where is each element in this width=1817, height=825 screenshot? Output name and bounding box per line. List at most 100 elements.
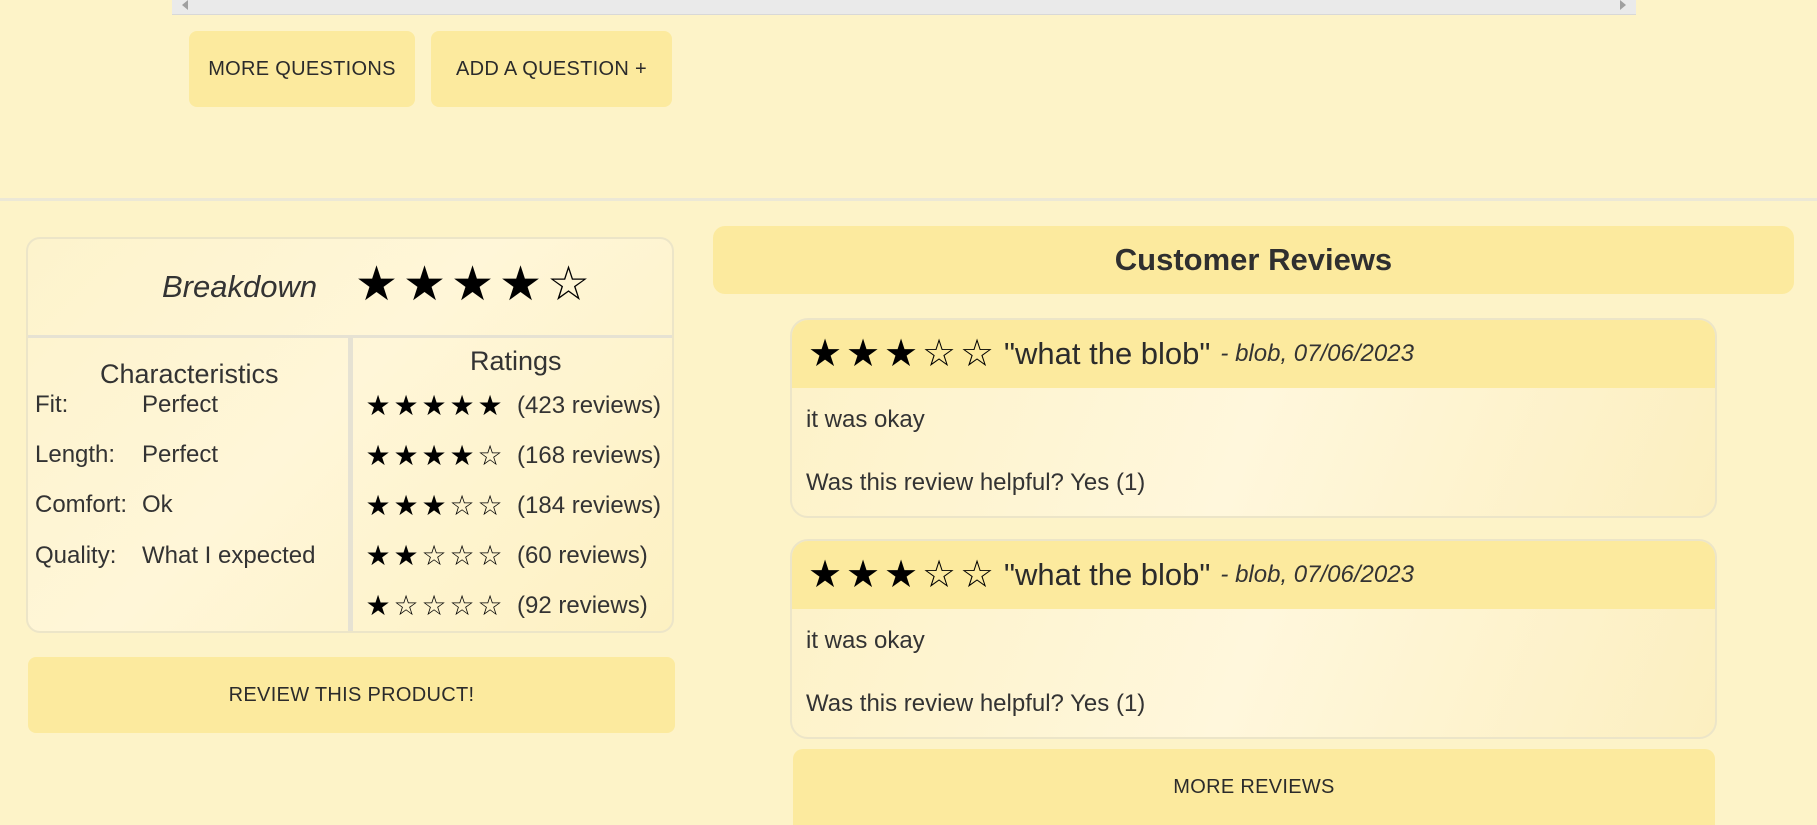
- scroll-left-icon[interactable]: [182, 0, 188, 10]
- star-empty-icon: ☆: [959, 554, 995, 596]
- review-stars: ★ ★ ★ ☆ ☆: [806, 334, 996, 374]
- star-filled-icon: ★: [449, 390, 475, 421]
- rating-stars: ★ ★ ★ ☆ ☆: [364, 492, 504, 520]
- characteristic-row: Comfort: Ok: [35, 491, 173, 519]
- rating-row-4[interactable]: ★ ★ ★ ★ ☆ (168 reviews): [364, 442, 661, 470]
- column-divider: [348, 335, 353, 631]
- star-filled-icon: ★: [883, 554, 919, 596]
- review-card-header: ★ ★ ★ ☆ ☆ "what the blob" - blob, 07/06/2023: [792, 541, 1715, 609]
- characteristic-row: Fit: Perfect: [35, 391, 218, 419]
- star-filled-icon: ★: [365, 540, 391, 571]
- rating-row-3[interactable]: ★ ★ ★ ☆ ☆ (184 reviews): [364, 492, 661, 520]
- rating-count: (184 reviews): [517, 492, 662, 519]
- star-filled-icon: ★: [883, 333, 919, 375]
- characteristic-label: Comfort:: [35, 491, 128, 518]
- rating-count: (423 reviews): [517, 392, 662, 419]
- review-author-date: - blob, 07/06/2023: [1220, 561, 1414, 588]
- star-filled-icon: ★: [450, 258, 495, 311]
- star-filled-icon: ★: [365, 590, 391, 621]
- characteristic-row: Quality: What I expected: [35, 542, 315, 570]
- star-filled-icon: ★: [449, 440, 475, 471]
- ratings-title: Ratings: [470, 346, 562, 376]
- characteristic-value: Perfect: [142, 391, 219, 418]
- star-empty-icon: ☆: [393, 590, 419, 621]
- star-filled-icon: ★: [807, 554, 843, 596]
- star-filled-icon: ★: [477, 390, 503, 421]
- star-empty-icon: ☆: [477, 440, 503, 471]
- star-empty-icon: ☆: [921, 333, 957, 375]
- star-empty-icon: ☆: [477, 490, 503, 521]
- star-empty-icon: ☆: [449, 540, 475, 571]
- characteristic-value: Perfect: [142, 441, 219, 468]
- star-filled-icon: ★: [393, 540, 419, 571]
- helpful-yes-link[interactable]: Yes (1): [1070, 690, 1145, 717]
- rating-stars: ★ ★ ★ ★ ☆: [364, 442, 504, 470]
- review-body: it was okay: [806, 627, 925, 654]
- review-card-header: ★ ★ ★ ☆ ☆ "what the blob" - blob, 07/06/2023: [792, 320, 1715, 388]
- characteristic-value: What I expected: [142, 542, 316, 569]
- average-rating-stars: ★ ★ ★ ★ ☆: [353, 261, 592, 309]
- characteristic-row: Length: Perfect: [35, 441, 218, 469]
- helpful-prompt: Was this review helpful?: [806, 469, 1064, 496]
- star-filled-icon: ★: [421, 440, 447, 471]
- star-filled-icon: ★: [421, 490, 447, 521]
- star-filled-icon: ★: [365, 440, 391, 471]
- star-filled-icon: ★: [393, 390, 419, 421]
- star-empty-icon: ☆: [921, 554, 957, 596]
- star-filled-icon: ★: [421, 390, 447, 421]
- rating-row-1[interactable]: ★ ☆ ☆ ☆ ☆ (92 reviews): [364, 592, 648, 620]
- star-filled-icon: ★: [365, 390, 391, 421]
- star-filled-icon: ★: [498, 258, 543, 311]
- star-empty-icon: ☆: [449, 490, 475, 521]
- characteristic-label: Quality:: [35, 542, 117, 569]
- star-filled-icon: ★: [365, 490, 391, 521]
- helpful-yes-link[interactable]: Yes (1): [1070, 469, 1145, 496]
- rating-stars: ★ ★ ★ ★ ★: [364, 392, 504, 420]
- rating-count: (168 reviews): [517, 442, 662, 469]
- characteristic-value: Ok: [142, 491, 173, 518]
- star-empty-icon: ☆: [477, 590, 503, 621]
- rating-stars: ★ ★ ☆ ☆ ☆: [364, 542, 504, 570]
- review-card: ★ ★ ★ ☆ ☆ "what the blob" - blob, 07/06/2023…: [790, 539, 1717, 739]
- customer-reviews-header: Customer Reviews: [713, 226, 1794, 294]
- star-empty-icon: ☆: [449, 590, 475, 621]
- breakdown-title: Breakdown: [162, 269, 318, 304]
- review-stars: ★ ★ ★ ☆ ☆: [806, 555, 996, 595]
- add-question-button[interactable]: ADD A QUESTION +: [431, 31, 672, 107]
- characteristic-label: Length:: [35, 441, 116, 468]
- rating-row-5[interactable]: ★ ★ ★ ★ ★ (423 reviews): [364, 392, 661, 420]
- star-filled-icon: ★: [354, 258, 399, 311]
- star-filled-icon: ★: [393, 440, 419, 471]
- review-product-button[interactable]: REVIEW THIS PRODUCT!: [28, 657, 675, 733]
- helpful-prompt: Was this review helpful?: [806, 690, 1064, 717]
- review-title: "what the blob": [1004, 336, 1211, 371]
- horizontal-scrollbar[interactable]: [172, 0, 1636, 15]
- review-title: "what the blob": [1004, 557, 1211, 592]
- star-empty-icon: ☆: [959, 333, 995, 375]
- breakdown-header: Breakdown ★ ★ ★ ★ ☆: [28, 239, 672, 338]
- rating-count: (92 reviews): [517, 592, 648, 619]
- review-helpful: Was this review helpful? Yes (1): [806, 469, 1145, 497]
- review-body: it was okay: [806, 406, 925, 433]
- star-filled-icon: ★: [845, 554, 881, 596]
- more-reviews-button[interactable]: MORE REVIEWS: [793, 749, 1715, 825]
- star-empty-icon: ☆: [477, 540, 503, 571]
- more-questions-button[interactable]: MORE QUESTIONS: [189, 31, 415, 107]
- review-card: ★ ★ ★ ☆ ☆ "what the blob" - blob, 07/06/2023…: [790, 318, 1717, 518]
- star-empty-icon: ☆: [421, 590, 447, 621]
- star-empty-icon: ☆: [421, 540, 447, 571]
- star-filled-icon: ★: [845, 333, 881, 375]
- characteristics-title: Characteristics: [100, 359, 279, 389]
- section-divider: [0, 198, 1817, 201]
- star-filled-icon: ★: [393, 490, 419, 521]
- characteristic-label: Fit:: [35, 391, 69, 418]
- star-filled-icon: ★: [402, 258, 447, 311]
- rating-row-2[interactable]: ★ ★ ☆ ☆ ☆ (60 reviews): [364, 542, 648, 570]
- star-empty-icon: ☆: [546, 258, 591, 311]
- review-helpful: Was this review helpful? Yes (1): [806, 690, 1145, 718]
- review-author-date: - blob, 07/06/2023: [1220, 340, 1414, 367]
- rating-count: (60 reviews): [517, 542, 648, 569]
- rating-stars: ★ ☆ ☆ ☆ ☆: [364, 592, 504, 620]
- star-filled-icon: ★: [807, 333, 843, 375]
- scroll-right-icon[interactable]: [1620, 0, 1626, 10]
